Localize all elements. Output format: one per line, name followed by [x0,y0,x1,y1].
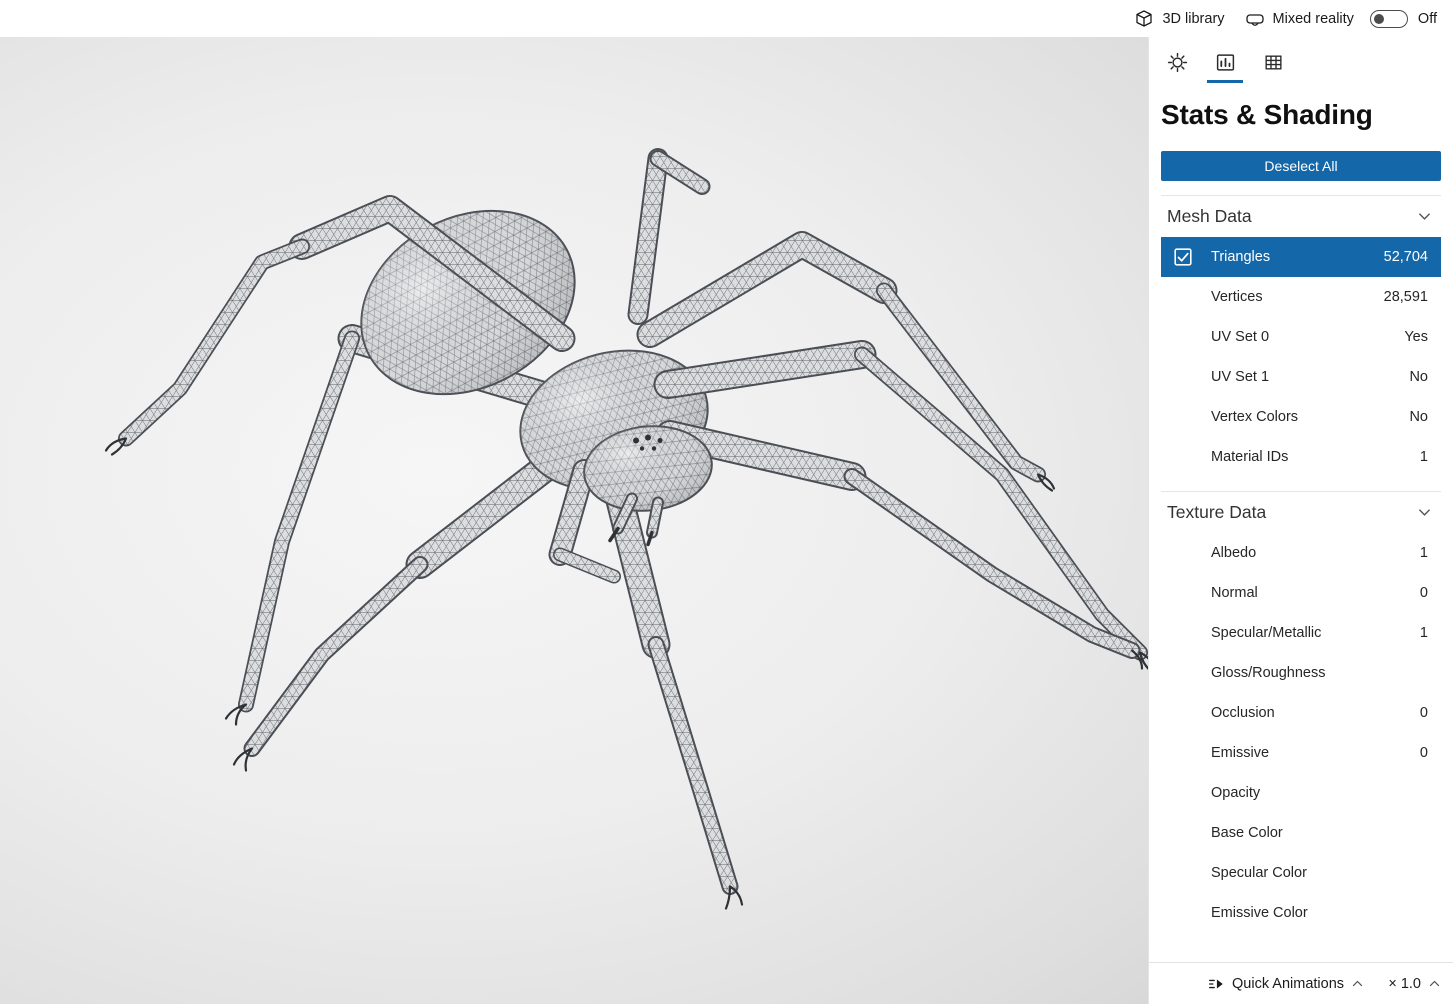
stat-label: Normal [1211,585,1258,601]
stat-label: Triangles [1211,249,1271,265]
stat-row-specular-color[interactable]: Specular Color [1161,853,1441,893]
3d-library-label: 3D library [1162,10,1225,27]
stat-label: Specular/Metallic [1211,625,1322,641]
page-title: Stats & Shading [1161,99,1373,130]
3d-library-button[interactable]: 3D library [1124,3,1234,35]
texture-data-header[interactable]: Texture Data [1161,491,1441,533]
stat-value: 1 [1419,625,1428,641]
stat-row-emissive[interactable]: Emissive 0 [1161,733,1441,773]
stat-label: Emissive Color [1211,905,1308,921]
chevron-up-icon [1428,977,1441,990]
texture-data-title: Texture Data [1167,502,1267,522]
stat-value: 1 [1419,449,1428,465]
checked-checkbox-icon[interactable] [1174,248,1192,266]
stat-value: 0 [1419,705,1428,721]
tab-grid[interactable] [1255,45,1291,83]
panel-tabs [1149,37,1453,83]
playback-speed-button[interactable]: × 1.0 [1386,972,1443,996]
mixed-reality-icon [1245,9,1265,29]
toggle-state-label: Off [1417,10,1437,27]
lighting-sun-icon [1167,52,1188,73]
stat-label: Specular Color [1211,865,1307,881]
stat-row-specular-metallic[interactable]: Specular/Metallic 1 [1161,613,1441,653]
stat-row-albedo[interactable]: Albedo 1 [1161,533,1441,573]
stat-label: Vertex Colors [1211,409,1299,425]
mixed-reality-button[interactable]: Mixed reality [1235,3,1364,35]
stat-row-material-ids[interactable]: Material IDs 1 [1161,437,1441,477]
stat-row-normal[interactable]: Normal 0 [1161,573,1441,613]
quick-animations-icon [1207,975,1225,993]
stat-value: Yes [1404,329,1428,345]
quick-animations-button[interactable]: Quick Animations [1205,971,1366,997]
tab-stats-shading[interactable] [1207,45,1243,83]
stat-row-base-color[interactable]: Base Color [1161,813,1441,853]
chevron-down-icon [1417,505,1432,520]
stat-row-triangles[interactable]: Triangles 52,704 [1161,237,1441,277]
stat-value: 0 [1419,585,1428,601]
stats-panel: Stats & Shading Deselect All Mesh Data T… [1148,37,1453,1004]
stat-value: 0 [1419,745,1428,761]
stat-value: No [1409,409,1428,425]
stat-value: 28,591 [1383,289,1428,305]
chevron-up-icon [1351,977,1364,990]
stat-label: Material IDs [1211,449,1289,465]
stat-value: No [1409,369,1428,385]
main-area: Stats & Shading Deselect All Mesh Data T… [0,37,1453,1004]
toggle-knob [1373,13,1384,24]
grid-icon [1263,52,1284,73]
playback-speed-label: × 1.0 [1388,975,1421,992]
stat-label: Gloss/Roughness [1211,665,1326,681]
mesh-data-title: Mesh Data [1167,206,1252,226]
app-window: 3D library Mixed reality Off Stats & Sha… [0,0,1453,1004]
stat-row-opacity[interactable]: Opacity [1161,773,1441,813]
spider-wireframe-model [104,148,1148,910]
bottom-toolbar: Quick Animations × 1.0 [1149,962,1453,1004]
stat-row-uv-set-0[interactable]: UV Set 0 Yes [1161,317,1441,357]
tab-lighting[interactable] [1159,45,1195,83]
stat-label: Base Color [1211,825,1283,841]
stat-label: UV Set 1 [1211,369,1270,385]
texture-data-rows: Albedo 1 Normal 0 Specular/Metallic 1 Gloss/Ro… [1149,533,1453,933]
stat-label: UV Set 0 [1211,329,1270,345]
stat-row-occlusion[interactable]: Occlusion 0 [1161,693,1441,733]
quick-animations-label: Quick Animations [1232,975,1345,992]
stat-row-vertex-colors[interactable]: Vertex Colors No [1161,397,1441,437]
3d-viewport[interactable] [0,37,1148,1004]
stat-value: 1 [1419,545,1428,561]
topbar: 3D library Mixed reality Off [0,0,1453,37]
mesh-data-header[interactable]: Mesh Data [1161,195,1441,237]
stat-label: Vertices [1211,289,1263,305]
mixed-reality-label: Mixed reality [1272,10,1354,27]
mixed-reality-toggle[interactable] [1369,9,1408,28]
stat-row-gloss-roughness[interactable]: Gloss/Roughness [1161,653,1441,693]
stat-value: 52,704 [1383,249,1428,265]
stat-label: Emissive [1211,745,1270,761]
stat-label: Occlusion [1211,705,1275,721]
stat-label: Albedo [1211,545,1257,561]
cube-icon [1134,9,1154,29]
stat-row-emissive-color[interactable]: Emissive Color [1161,893,1441,933]
stats-chart-icon [1215,52,1236,73]
stat-label: Opacity [1211,785,1261,801]
stat-row-vertices[interactable]: Vertices 28,591 [1161,277,1441,317]
stat-row-uv-set-1[interactable]: UV Set 1 No [1161,357,1441,397]
chevron-down-icon [1417,209,1432,224]
deselect-all-button[interactable]: Deselect All [1161,151,1441,181]
mesh-data-rows: Triangles 52,704 Vertices 28,591 UV Set 0 Yes… [1149,237,1453,477]
